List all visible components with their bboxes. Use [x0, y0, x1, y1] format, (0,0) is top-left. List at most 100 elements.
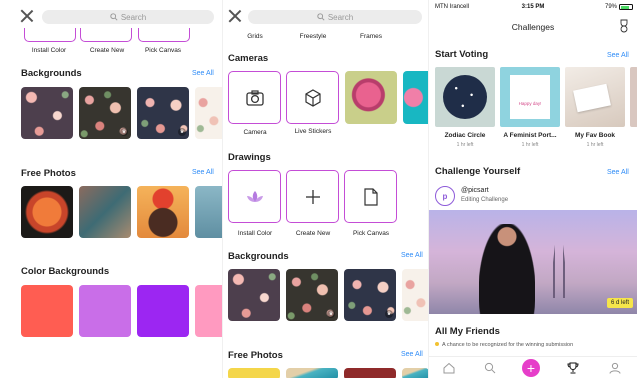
caption-live-stickers: Live Stickers	[294, 128, 332, 135]
see-all-start-voting[interactable]: See All	[607, 52, 629, 59]
plus-icon	[305, 189, 320, 204]
tab-bar: +	[429, 356, 637, 378]
background-thumbnail[interactable]: ♛	[137, 87, 189, 139]
see-all-free-photos[interactable]: See All	[401, 351, 423, 358]
background-thumbnail[interactable]: ♛	[286, 269, 338, 321]
free-photo-thumbnail[interactable]	[286, 368, 338, 378]
free-photo-thumbnail[interactable]	[137, 186, 189, 238]
days-left-badge: 6 d left	[606, 298, 633, 308]
section-title-backgrounds: Backgrounds	[228, 251, 289, 262]
lotus-icon	[246, 190, 263, 202]
section-title-backgrounds: Backgrounds	[21, 68, 82, 79]
caption-create-new: Create New	[295, 230, 331, 237]
document-icon	[363, 187, 378, 206]
voting-name: My Fav Book	[574, 132, 616, 139]
crown-icon: ♛	[385, 310, 393, 318]
see-all-backgrounds[interactable]: See All	[401, 252, 423, 259]
trophy-badge-icon[interactable]	[619, 19, 629, 33]
camera-thumbnail[interactable]	[403, 71, 428, 124]
install-color-card[interactable]	[228, 170, 281, 223]
challenge-hero-image[interactable]: 6 d left	[429, 210, 637, 314]
search-input[interactable]: Search	[248, 10, 422, 24]
voting-name: A Feminist Port...	[503, 132, 557, 139]
background-thumbnail[interactable]: ♛	[79, 87, 131, 139]
challenge-status: Editing Challenge	[461, 197, 509, 203]
caption-frames[interactable]: Frames	[343, 33, 399, 40]
voting-thumbnail-feminist[interactable]: Happy day!	[500, 67, 560, 127]
friends-description-text: A chance to be recognized for the winnin…	[442, 342, 574, 348]
top-bar: Search	[223, 0, 428, 34]
eiffel-tower-graphic	[549, 218, 569, 298]
background-thumbnail[interactable]	[21, 87, 73, 139]
picsart-avatar[interactable]: p	[435, 186, 455, 206]
background-thumbnail[interactable]: ♛	[344, 269, 396, 321]
search-icon[interactable]	[484, 362, 496, 374]
caption-camera: Camera	[243, 129, 267, 136]
camera-thumbnail[interactable]	[345, 71, 397, 124]
free-photo-thumbnail[interactable]	[21, 186, 73, 238]
section-title-free-photos: Free Photos	[21, 168, 76, 179]
voting-time-left: 1 hr left	[456, 142, 474, 148]
voting-name: Zodiac Circle	[444, 132, 486, 139]
section-title-drawings: Drawings	[228, 152, 271, 163]
section-title-challenge-yourself: Challenge Yourself	[435, 166, 521, 177]
search-icon	[317, 13, 325, 21]
voting-thumbnail[interactable]	[630, 67, 637, 127]
free-photo-thumbnail[interactable]	[402, 368, 428, 378]
free-photo-thumbnail[interactable]	[228, 368, 280, 378]
create-new-card[interactable]	[286, 170, 339, 223]
pick-canvas-card[interactable]	[344, 170, 397, 223]
caption-freestyle[interactable]: Freestyle	[285, 33, 341, 40]
see-all-backgrounds[interactable]: See All	[192, 70, 214, 77]
background-thumbnail[interactable]	[402, 269, 428, 321]
section-title-color-backgrounds: Color Backgrounds	[21, 266, 110, 277]
caption-grids[interactable]: Grids	[227, 33, 283, 40]
crown-icon: ♛	[327, 310, 335, 318]
section-title-all-my-friends: All My Friends	[435, 326, 500, 337]
pick-canvas-card[interactable]	[138, 28, 190, 42]
section-title-cameras: Cameras	[228, 53, 269, 64]
battery-percent: 79%	[604, 4, 617, 10]
voting-thumbnail-book[interactable]	[565, 67, 625, 127]
voting-time-left: 1 hr left	[521, 142, 539, 148]
color-background-swatch[interactable]	[137, 285, 189, 337]
caption-install-color: Install Color	[237, 230, 273, 237]
voting-thumbnail-zodiac[interactable]	[435, 67, 495, 127]
challenge-handle[interactable]: @picsart	[461, 187, 489, 194]
crown-icon: ♛	[120, 128, 128, 136]
camera-icon	[245, 89, 264, 106]
install-color-card[interactable]	[24, 28, 76, 42]
free-photo-thumbnail[interactable]	[344, 368, 396, 378]
section-title-free-photos: Free Photos	[228, 350, 283, 361]
screen-explore-middle: Search Grids Freestyle Frames Cameras Ca…	[222, 0, 428, 378]
background-thumbnail[interactable]	[228, 269, 280, 321]
create-new-card[interactable]	[80, 28, 132, 42]
close-icon[interactable]	[228, 9, 242, 23]
see-all-challenges[interactable]: See All	[607, 169, 629, 176]
search-input[interactable]: Search	[42, 10, 214, 24]
see-all-free-photos[interactable]: See All	[192, 169, 214, 176]
color-background-swatch[interactable]	[79, 285, 131, 337]
color-background-swatch[interactable]	[21, 285, 73, 337]
friends-description: A chance to be recognized for the winnin…	[435, 342, 635, 348]
close-icon[interactable]	[20, 9, 34, 23]
crown-icon: ♛	[178, 128, 186, 136]
screen-challenges: MTN Irancell 3:15 PM 79% Challenges Star…	[428, 0, 637, 378]
caption-pick-canvas: Pick Canvas	[352, 230, 390, 237]
voting-time-left: 1 hr left	[586, 142, 604, 148]
profile-icon[interactable]	[609, 362, 621, 374]
search-placeholder: Search	[327, 12, 354, 22]
camera-card[interactable]	[228, 71, 281, 124]
trophy-icon[interactable]	[567, 362, 579, 374]
home-icon[interactable]	[443, 362, 455, 374]
free-photo-thumbnail[interactable]	[195, 186, 222, 238]
color-background-swatch[interactable]	[195, 285, 222, 337]
caption-pick-canvas: Pick Canvas	[144, 47, 182, 54]
background-thumbnail[interactable]	[195, 87, 222, 139]
create-plus-button[interactable]: +	[522, 359, 540, 377]
bullet-icon	[435, 342, 439, 346]
screen-explore-left: Search Install Color Create New Pick Can…	[0, 0, 222, 378]
feminist-sign-text: Happy day!	[518, 101, 542, 106]
free-photo-thumbnail[interactable]	[79, 186, 131, 238]
live-stickers-card[interactable]	[286, 71, 339, 124]
